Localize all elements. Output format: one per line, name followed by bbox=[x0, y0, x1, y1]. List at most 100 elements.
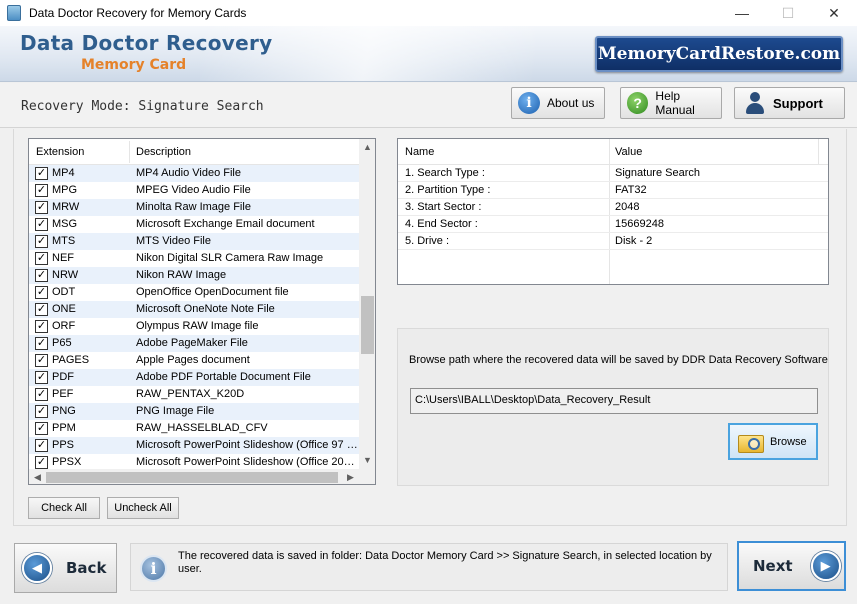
support-button[interactable]: Support bbox=[734, 87, 845, 119]
next-button[interactable]: Next ▶ bbox=[737, 541, 846, 591]
extension-row[interactable]: ✓ PAGES Apple Pages document bbox=[29, 352, 359, 369]
extension-code: MTS bbox=[52, 235, 76, 247]
vertical-scroll-thumb[interactable] bbox=[361, 296, 374, 354]
support-person-icon bbox=[744, 92, 766, 114]
extension-row[interactable]: ✓ MPG MPEG Video Audio File bbox=[29, 182, 359, 199]
info-table-row: 5. Drive : Disk - 2 bbox=[398, 233, 828, 250]
info-name: 3. Start Sector : bbox=[405, 201, 482, 213]
maximize-button[interactable]: ☐ bbox=[765, 0, 811, 26]
extension-checkbox[interactable]: ✓ bbox=[35, 201, 48, 214]
vertical-scrollbar[interactable]: ▲ ▼ bbox=[359, 139, 375, 469]
extension-code: MPG bbox=[52, 184, 78, 196]
back-button[interactable]: ◀ Back bbox=[14, 543, 117, 593]
status-message-panel: i The recovered data is saved in folder:… bbox=[130, 543, 728, 591]
extension-checkbox[interactable]: ✓ bbox=[35, 167, 48, 180]
window-title: Data Doctor Recovery for Memory Cards bbox=[29, 6, 247, 20]
status-message: The recovered data is saved in folder: D… bbox=[178, 550, 712, 575]
column-header-name: Name bbox=[405, 146, 435, 158]
extension-code: ONE bbox=[52, 303, 76, 315]
extension-row[interactable]: ✓ MTS MTS Video File bbox=[29, 233, 359, 250]
extension-description: MPEG Video Audio File bbox=[136, 184, 251, 196]
extension-description: RAW_HASSELBLAD_CFV bbox=[136, 422, 268, 434]
uncheck-all-button[interactable]: Uncheck All bbox=[107, 497, 179, 519]
browse-label: Browse bbox=[770, 435, 807, 448]
extension-checkbox[interactable]: ✓ bbox=[35, 235, 48, 248]
extension-row[interactable]: ✓ MP4 MP4 Audio Video File bbox=[29, 165, 359, 182]
extension-description: OpenOffice OpenDocument file bbox=[136, 286, 289, 298]
browse-instruction: Browse path where the recovered data wil… bbox=[409, 354, 828, 366]
extension-row[interactable]: ✓ PEF RAW_PENTAX_K20D bbox=[29, 386, 359, 403]
footer-bar: ◀ Back i The recovered data is saved in … bbox=[0, 527, 857, 604]
extension-code: MRW bbox=[52, 201, 80, 213]
back-arrow-icon: ◀ bbox=[22, 553, 52, 583]
extension-checkbox[interactable]: ✓ bbox=[35, 422, 48, 435]
extension-code: NEF bbox=[52, 252, 74, 264]
extension-row[interactable]: ✓ PNG PNG Image File bbox=[29, 403, 359, 420]
next-label: Next bbox=[753, 557, 793, 575]
brand-logo[interactable]: MemoryCardRestore.com bbox=[595, 36, 843, 72]
extension-code: P65 bbox=[52, 337, 72, 349]
extension-row[interactable]: ✓ ODT OpenOffice OpenDocument file bbox=[29, 284, 359, 301]
extension-row[interactable]: ✓ PPS Microsoft PowerPoint Slideshow (Offi… bbox=[29, 437, 359, 454]
extension-code: MSG bbox=[52, 218, 78, 230]
info-name: 5. Drive : bbox=[405, 235, 450, 247]
about-us-button[interactable]: i About us bbox=[511, 87, 605, 119]
extension-row[interactable]: ✓ NRW Nikon RAW Image bbox=[29, 267, 359, 284]
extension-row[interactable]: ✓ MRW Minolta Raw Image File bbox=[29, 199, 359, 216]
scroll-left-arrow-icon[interactable]: ◀ bbox=[29, 469, 46, 484]
extension-code: ODT bbox=[52, 286, 76, 298]
extension-code: ORF bbox=[52, 320, 76, 332]
close-button[interactable]: ✕ bbox=[811, 0, 857, 26]
extension-list-header: Extension Description bbox=[29, 139, 359, 165]
help-manual-label: Help Manual bbox=[655, 89, 695, 117]
extension-checkbox[interactable]: ✓ bbox=[35, 218, 48, 231]
extension-description: Olympus RAW Image file bbox=[136, 320, 259, 332]
info-table-header: Name Value bbox=[398, 139, 828, 165]
save-location-panel: Browse path where the recovered data wil… bbox=[397, 328, 829, 486]
extension-checkbox[interactable]: ✓ bbox=[35, 354, 48, 367]
extension-checkbox[interactable]: ✓ bbox=[35, 303, 48, 316]
about-us-label: About us bbox=[547, 96, 595, 110]
extension-row[interactable]: ✓ NEF Nikon Digital SLR Camera Raw Image bbox=[29, 250, 359, 267]
extension-description: RAW_PENTAX_K20D bbox=[136, 388, 245, 400]
extension-checkbox[interactable]: ✓ bbox=[35, 320, 48, 333]
extension-description: Minolta Raw Image File bbox=[136, 201, 251, 213]
extension-row[interactable]: ✓ PDF Adobe PDF Portable Document File bbox=[29, 369, 359, 386]
extension-row[interactable]: ✓ ONE Microsoft OneNote Note File bbox=[29, 301, 359, 318]
info-table-row: 3. Start Sector : 2048 bbox=[398, 199, 828, 216]
extension-checkbox[interactable]: ✓ bbox=[35, 456, 48, 469]
check-all-button[interactable]: Check All bbox=[28, 497, 100, 519]
horizontal-scroll-thumb[interactable] bbox=[46, 472, 338, 483]
extension-checkbox[interactable]: ✓ bbox=[35, 286, 48, 299]
scroll-up-arrow-icon[interactable]: ▲ bbox=[359, 139, 375, 156]
extension-checkbox[interactable]: ✓ bbox=[35, 252, 48, 265]
save-path-field[interactable]: C:\Users\IBALL\Desktop\Data_Recovery_Res… bbox=[410, 388, 818, 414]
extension-row[interactable]: ✓ MSG Microsoft Exchange Email document bbox=[29, 216, 359, 233]
help-manual-button[interactable]: ? Help Manual bbox=[620, 87, 722, 119]
browse-button[interactable]: Browse bbox=[728, 423, 818, 460]
mode-toolbar: Recovery Mode: Signature Search i About … bbox=[0, 83, 857, 128]
extension-checkbox[interactable]: ✓ bbox=[35, 184, 48, 197]
extension-row[interactable]: ✓ ORF Olympus RAW Image file bbox=[29, 318, 359, 335]
extension-checkbox[interactable]: ✓ bbox=[35, 388, 48, 401]
scroll-right-arrow-icon[interactable]: ▶ bbox=[342, 469, 359, 484]
extension-checkbox[interactable]: ✓ bbox=[35, 371, 48, 384]
extension-description: MTS Video File bbox=[136, 235, 211, 247]
recovery-mode-label: Recovery Mode: Signature Search bbox=[21, 99, 264, 114]
extension-checkbox[interactable]: ✓ bbox=[35, 439, 48, 452]
extension-row[interactable]: ✓ PPM RAW_HASSELBLAD_CFV bbox=[29, 420, 359, 437]
title-bar: Data Doctor Recovery for Memory Cards — … bbox=[0, 0, 857, 26]
scroll-down-arrow-icon[interactable]: ▼ bbox=[359, 452, 375, 469]
extension-checkbox[interactable]: ✓ bbox=[35, 405, 48, 418]
file-extension-list[interactable]: Extension Description ✓ MP4 MP4 Audio Vide… bbox=[28, 138, 376, 485]
column-header-description[interactable]: Description bbox=[136, 146, 191, 158]
column-header-value: Value bbox=[615, 146, 643, 158]
column-header-extension[interactable]: Extension bbox=[36, 146, 84, 158]
minimize-button[interactable]: — bbox=[719, 0, 765, 26]
extension-checkbox[interactable]: ✓ bbox=[35, 337, 48, 350]
horizontal-scrollbar[interactable]: ◀ ▶ bbox=[29, 469, 359, 484]
extension-checkbox[interactable]: ✓ bbox=[35, 269, 48, 282]
extension-code: PDF bbox=[52, 371, 74, 383]
info-value: FAT32 bbox=[615, 184, 647, 196]
extension-row[interactable]: ✓ P65 Adobe PageMaker File bbox=[29, 335, 359, 352]
